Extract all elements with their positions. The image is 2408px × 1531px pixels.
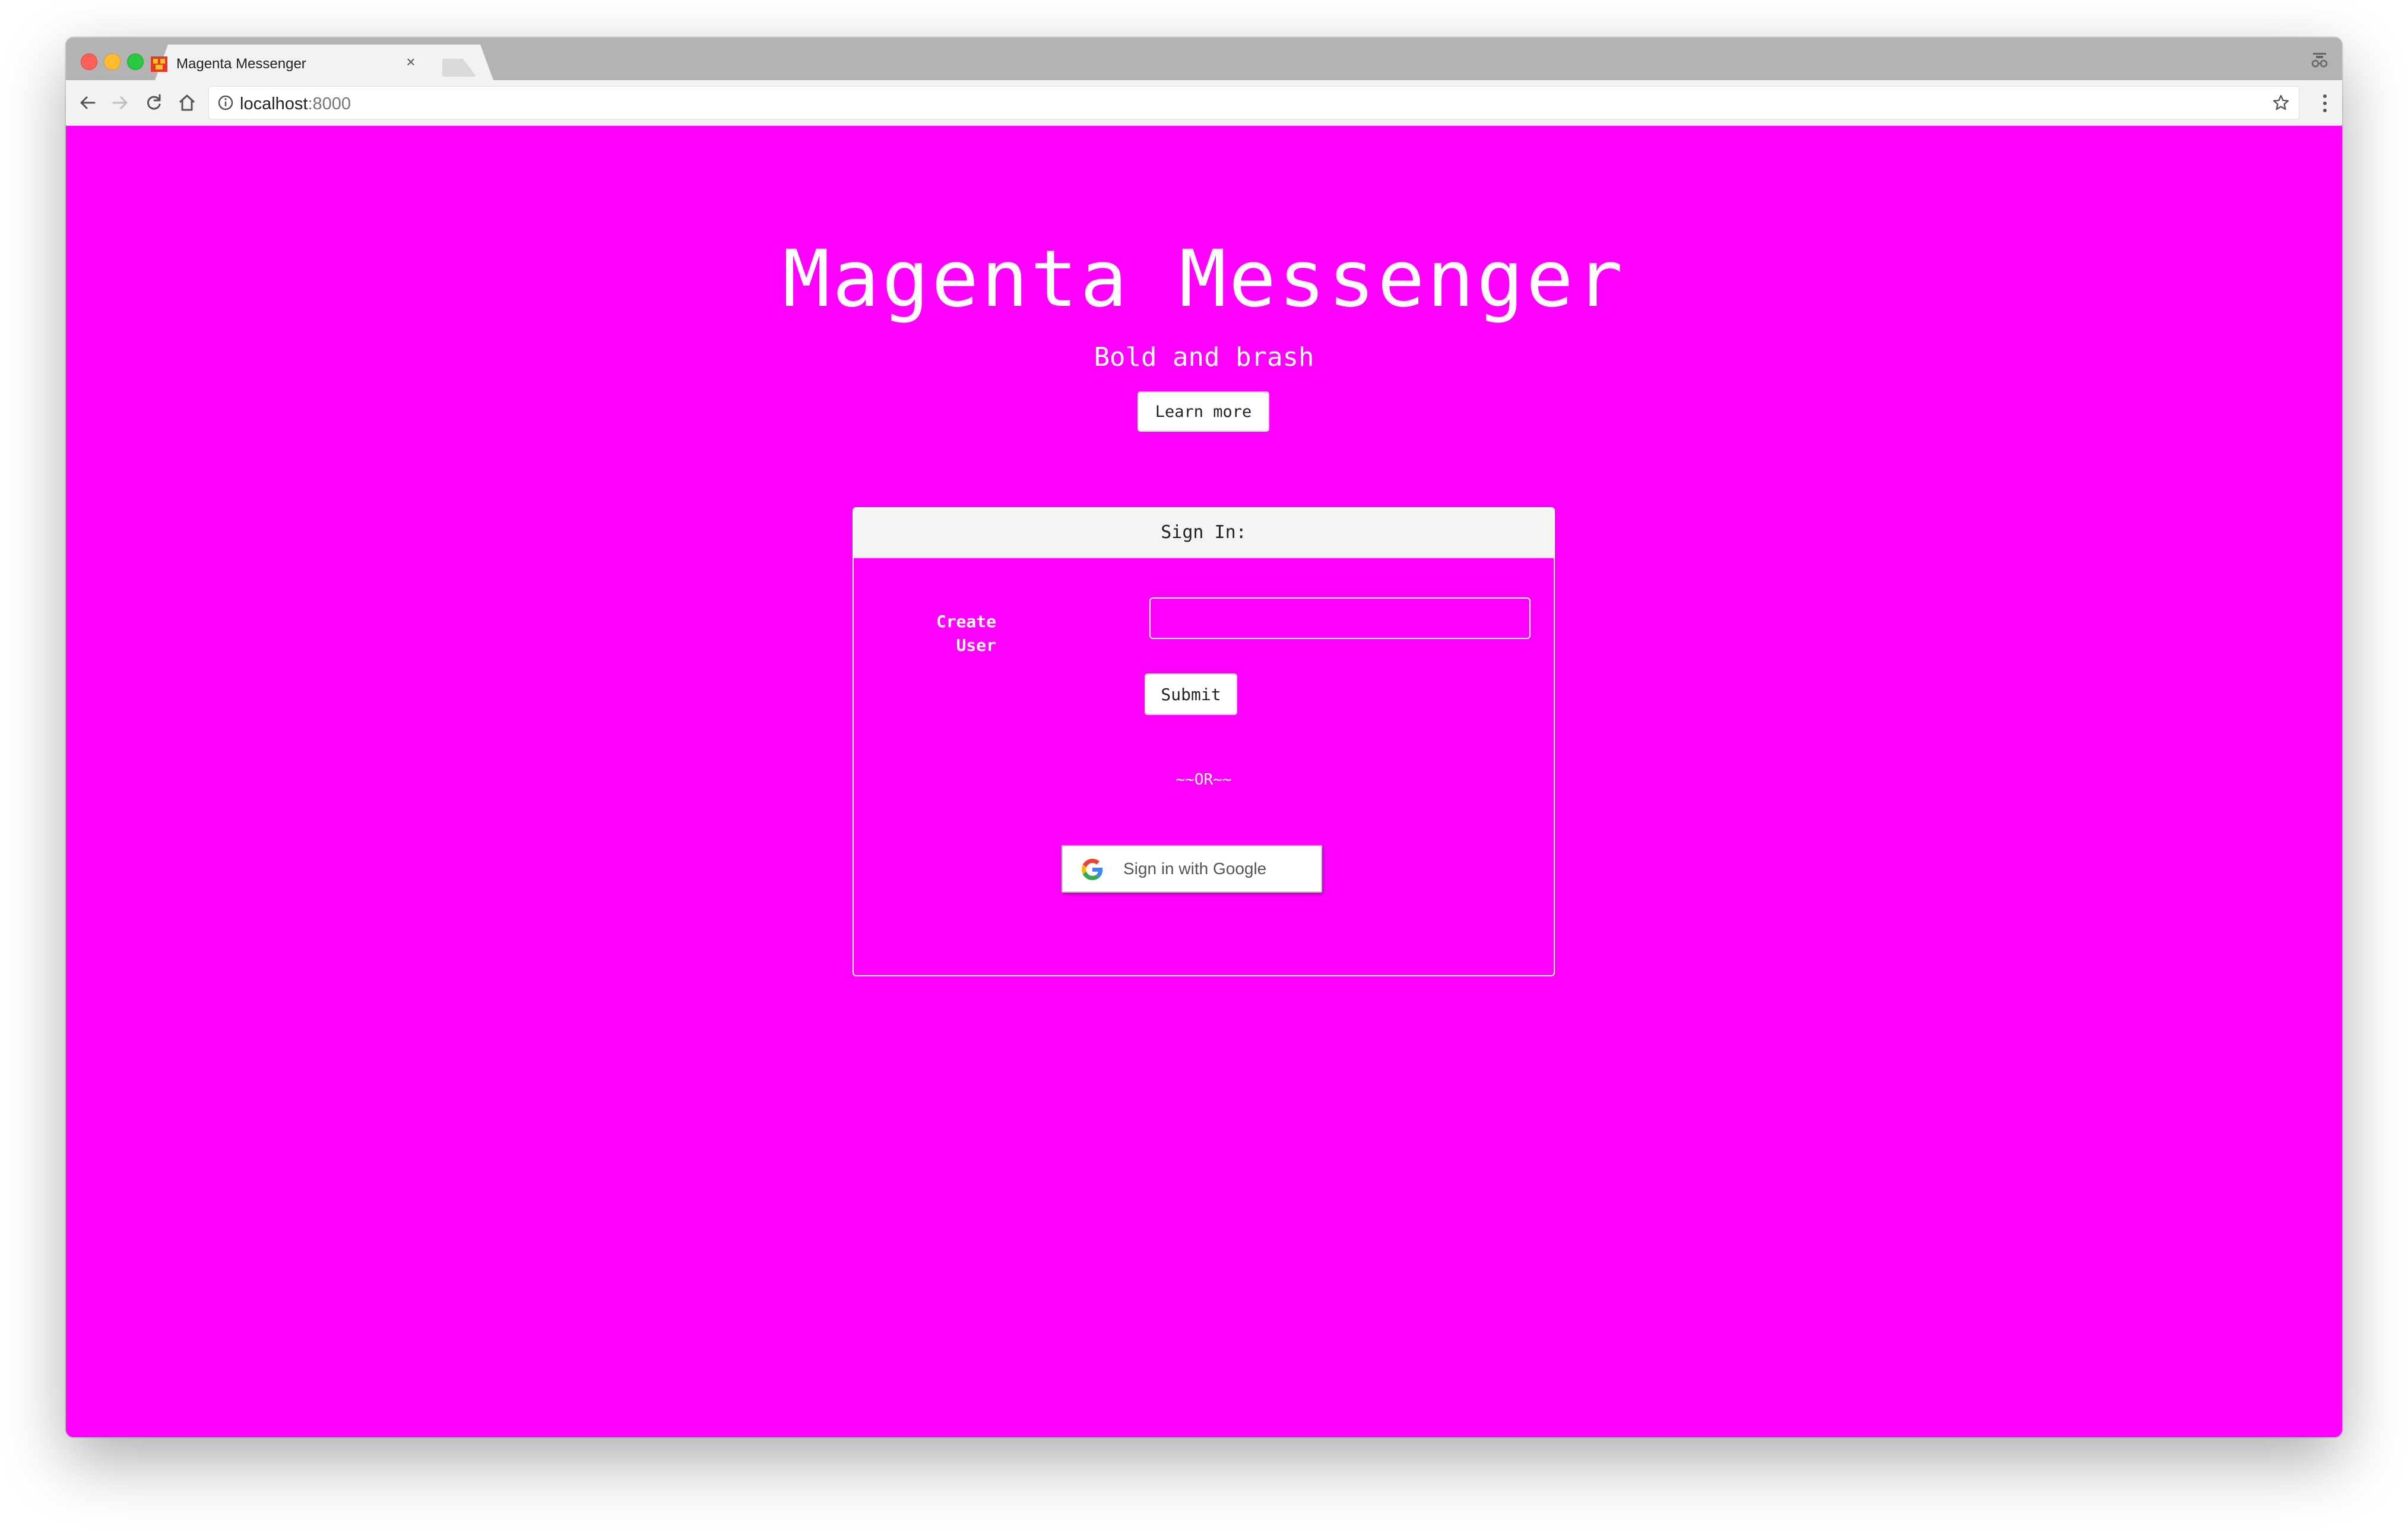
forward-arrow-icon[interactable] bbox=[110, 92, 131, 113]
back-arrow-icon[interactable] bbox=[77, 92, 98, 113]
create-user-label-line1: Create bbox=[936, 612, 996, 631]
tab-strip: Magenta Messenger × bbox=[66, 37, 2342, 80]
kebab-menu-icon[interactable] bbox=[2322, 93, 2328, 113]
url-host: localhost bbox=[240, 94, 308, 113]
minimize-window-button[interactable] bbox=[104, 53, 121, 70]
tab-title: Magenta Messenger bbox=[176, 56, 306, 72]
browser-toolbar: localhost:8000 bbox=[66, 80, 2342, 126]
maximize-window-button[interactable] bbox=[127, 53, 144, 70]
home-icon[interactable] bbox=[176, 92, 198, 113]
close-window-button[interactable] bbox=[81, 53, 97, 70]
browser-window: Magenta Messenger × localhost:8000 Magen… bbox=[66, 37, 2342, 1437]
page-title: Magenta Messenger bbox=[782, 233, 1626, 325]
google-sign-in-label: Sign in with Google bbox=[1123, 859, 1267, 878]
profile-icon[interactable] bbox=[2310, 50, 2329, 69]
learn-more-button[interactable]: Learn more bbox=[1138, 391, 1269, 432]
create-user-label: Create User bbox=[907, 610, 996, 657]
create-user-label-line2: User bbox=[956, 635, 996, 655]
page-subtitle: Bold and brash bbox=[1094, 342, 1314, 372]
tab-close-icon[interactable]: × bbox=[404, 54, 417, 69]
submit-button[interactable]: Submit bbox=[1145, 673, 1237, 715]
bookmark-star-icon[interactable] bbox=[2271, 93, 2290, 112]
sign-in-header: Sign In: bbox=[854, 508, 1554, 558]
google-sign-in-button[interactable]: Sign in with Google bbox=[1062, 845, 1322, 893]
sign-in-card: Sign In: Create User Submit ~~OR~~ Sign … bbox=[853, 507, 1555, 976]
url-text: localhost:8000 bbox=[240, 94, 351, 114]
reload-icon[interactable] bbox=[143, 92, 164, 113]
google-g-icon bbox=[1082, 859, 1103, 880]
favicon-icon bbox=[151, 56, 167, 72]
address-bar[interactable]: localhost:8000 bbox=[208, 86, 2299, 119]
url-port: :8000 bbox=[308, 94, 351, 113]
or-divider: ~~OR~~ bbox=[1176, 771, 1232, 789]
page-content: Magenta Messenger Bold and brash Learn m… bbox=[66, 126, 2342, 1437]
info-icon[interactable] bbox=[217, 94, 234, 111]
create-user-input[interactable] bbox=[1149, 597, 1531, 639]
